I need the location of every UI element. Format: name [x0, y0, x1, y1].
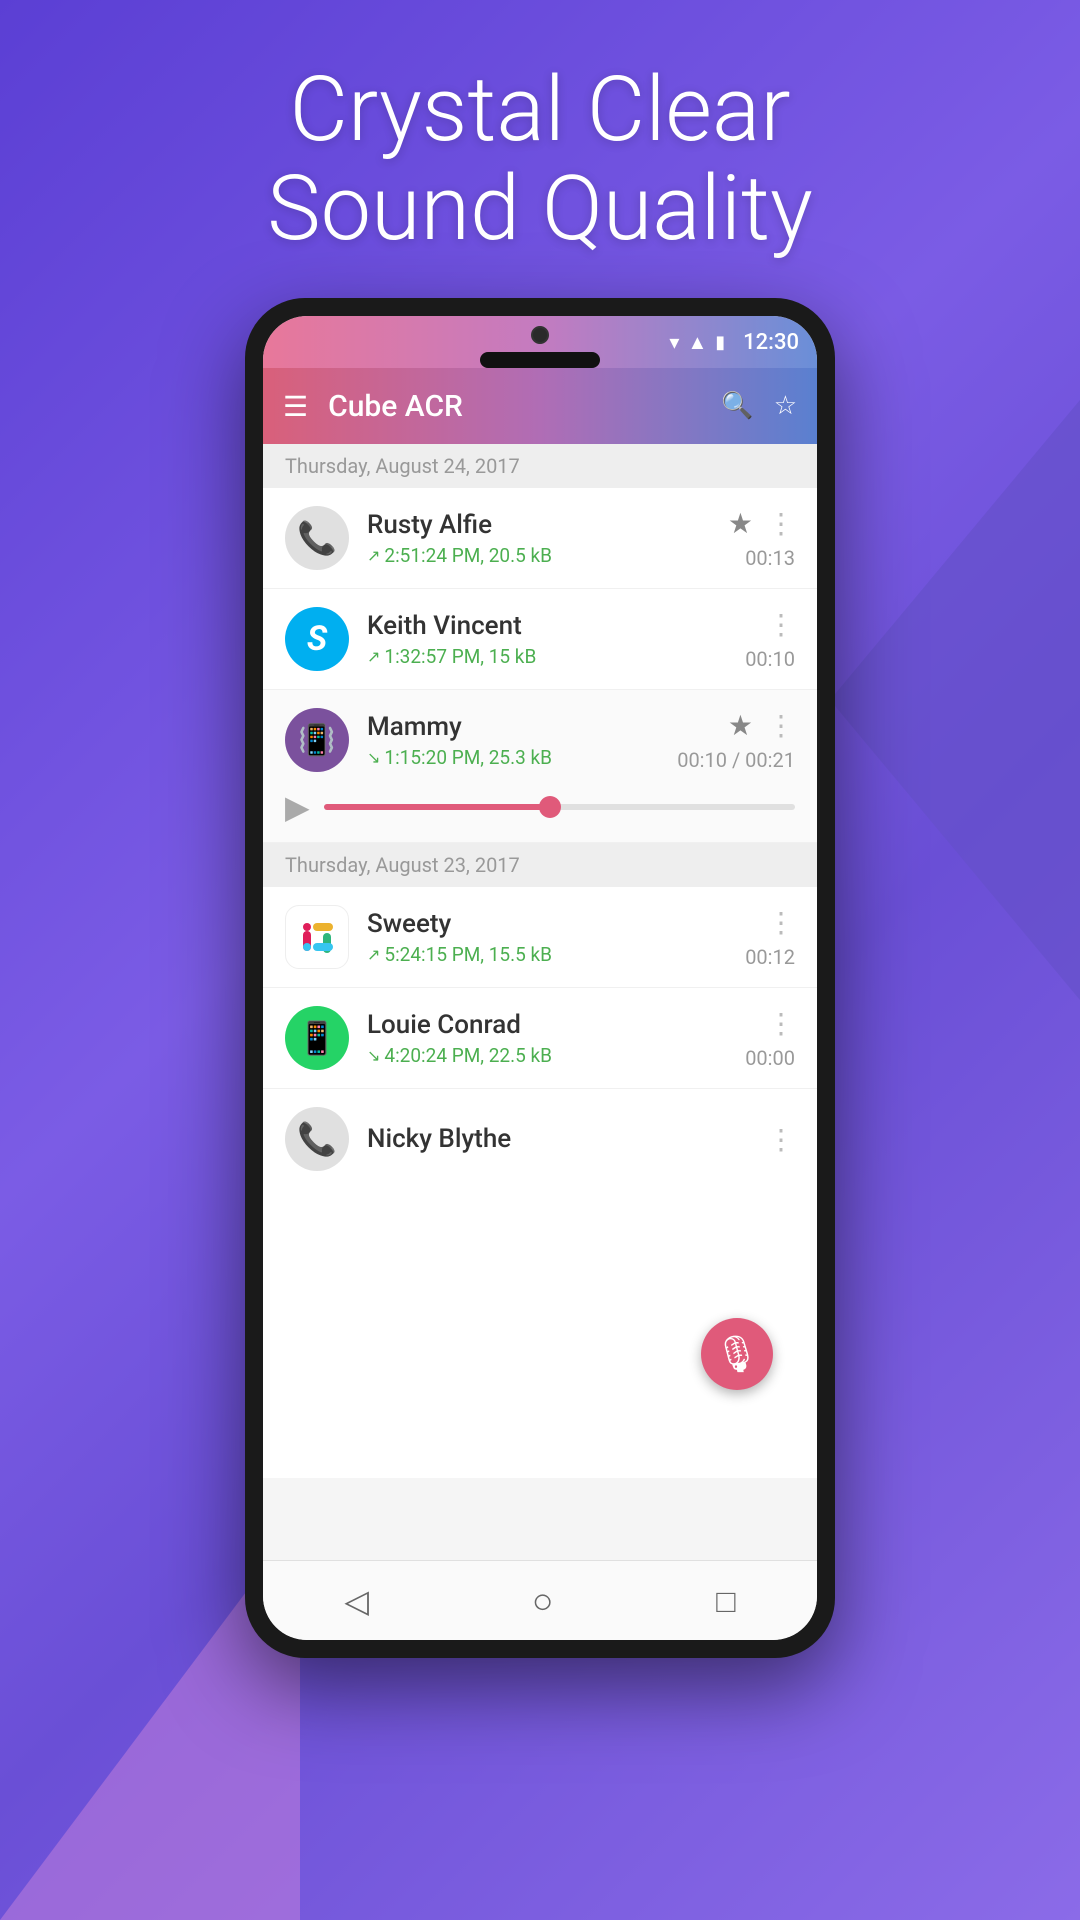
- recording-name-nicky-blythe: Nicky Blythe: [367, 1124, 767, 1154]
- hero-line1: Crystal Clear: [289, 57, 790, 162]
- recording-item-sweety[interactable]: Sweety ↗ 5:24:15 PM, 15.5 kB ⋮ 00:12: [263, 887, 817, 988]
- recording-info-mammy: Mammy ↘ 1:15:20 PM, 25.3 kB: [367, 712, 669, 769]
- recording-actions-louie-conrad: ⋮: [767, 1007, 795, 1040]
- recording-info-sweety: Sweety ↗ 5:24:15 PM, 15.5 kB: [367, 909, 737, 966]
- recording-right-louie-conrad: ⋮ 00:00: [737, 1007, 795, 1070]
- recording-info-keith-vincent: Keith Vincent ↗ 1:32:57 PM, 15 kB: [367, 611, 737, 668]
- recording-duration-mammy: 00:10 / 00:21: [677, 748, 795, 772]
- direction-icon-keith: ↗: [367, 647, 380, 666]
- more-button-louie-conrad[interactable]: ⋮: [767, 1007, 795, 1040]
- recording-meta-sweety: ↗ 5:24:15 PM, 15.5 kB: [367, 943, 737, 966]
- progress-thumb-mammy[interactable]: [539, 796, 561, 818]
- recording-meta-keith-vincent: ↗ 1:32:57 PM, 15 kB: [367, 645, 737, 668]
- recording-item-mammy[interactable]: 📳 Mammy ↘ 1:15:20 PM, 25.3 kB ★ ⋮: [263, 690, 817, 843]
- recording-actions-mammy: ★ ⋮: [728, 709, 795, 742]
- more-button-mammy[interactable]: ⋮: [767, 709, 795, 742]
- recording-name-rusty-alfie: Rusty Alfie: [367, 510, 728, 540]
- recording-item-nicky-blythe[interactable]: 📞 Nicky Blythe ⋮: [263, 1089, 817, 1189]
- recording-info-nicky-blythe: Nicky Blythe: [367, 1124, 767, 1154]
- recording-right-sweety: ⋮ 00:12: [737, 906, 795, 969]
- whatsapp-icon: 📱: [297, 1019, 337, 1057]
- avatar-sweety: [285, 905, 349, 969]
- app-bar-actions: 🔍 ☆: [721, 391, 797, 421]
- more-button-sweety[interactable]: ⋮: [767, 906, 795, 939]
- home-button[interactable]: ○: [532, 1580, 554, 1622]
- progress-bar-mammy[interactable]: [324, 804, 795, 810]
- recording-name-keith-vincent: Keith Vincent: [367, 611, 737, 641]
- recording-item-louie-conrad[interactable]: 📱 Louie Conrad ↘ 4:20:24 PM, 22.5 kB ⋮: [263, 988, 817, 1089]
- avatar-louie-conrad: 📱: [285, 1006, 349, 1070]
- play-button-mammy[interactable]: ▶: [285, 788, 310, 826]
- recording-actions-keith-vincent: ⋮: [767, 608, 795, 641]
- direction-icon-rusty-alfie: ↗: [367, 546, 380, 565]
- status-icons: ▾ ▲ ▮ 12:30: [669, 330, 799, 355]
- audio-player-mammy: ▶: [285, 778, 795, 830]
- phone-screen: ▾ ▲ ▮ 12:30 ☰ Cube ACR 🔍 ☆: [263, 316, 817, 1640]
- back-button[interactable]: ◁: [344, 1582, 369, 1620]
- wifi-icon: ▾: [669, 330, 679, 354]
- recording-duration-rusty-alfie: 00:13: [745, 546, 795, 570]
- avatar-keith-vincent: S: [285, 607, 349, 671]
- recording-name-louie-conrad: Louie Conrad: [367, 1010, 737, 1040]
- viber-icon: 📳: [298, 723, 335, 758]
- star-button-mammy[interactable]: ★: [728, 709, 753, 742]
- menu-button[interactable]: ☰: [283, 390, 308, 423]
- mic-icon: 🎙: [714, 1333, 760, 1375]
- avatar-rusty-alfie: 📞: [285, 506, 349, 570]
- recording-name-mammy: Mammy: [367, 712, 669, 742]
- status-time: 12:30: [743, 330, 799, 355]
- recording-name-sweety: Sweety: [367, 909, 737, 939]
- app-bar: ☰ Cube ACR 🔍 ☆: [263, 368, 817, 444]
- battery-icon: ▮: [715, 332, 725, 353]
- avatar-nicky-blythe: 📞: [285, 1107, 349, 1171]
- recording-actions-sweety: ⋮: [767, 906, 795, 939]
- avatar-mammy: 📳: [285, 708, 349, 772]
- skype-icon: S: [307, 619, 327, 659]
- phone-avatar-icon: 📞: [297, 519, 337, 557]
- hero-line2: Sound Quality: [267, 156, 813, 261]
- date-separator-1: Thursday, August 24, 2017: [263, 444, 817, 488]
- recording-info-rusty-alfie: Rusty Alfie ↗ 2:51:24 PM, 20.5 kB: [367, 510, 728, 567]
- recording-actions-nicky-blythe: ⋮: [767, 1123, 795, 1156]
- fab-record-button[interactable]: 🎙: [701, 1318, 773, 1390]
- recording-meta-rusty-alfie: ↗ 2:51:24 PM, 20.5 kB: [367, 544, 728, 567]
- more-button-rusty-alfie[interactable]: ⋮: [767, 507, 795, 540]
- date-separator-2: Thursday, August 23, 2017: [263, 843, 817, 887]
- phone-body: ▾ ▲ ▮ 12:30 ☰ Cube ACR 🔍 ☆: [245, 298, 835, 1658]
- phone-speaker: [480, 352, 600, 368]
- recording-right-keith-vincent: ⋮ 00:10: [737, 608, 795, 671]
- recording-item-rusty-alfie[interactable]: 📞 Rusty Alfie ↗ 2:51:24 PM, 20.5 kB ★ ⋮: [263, 488, 817, 589]
- recording-right-nicky-blythe: ⋮: [767, 1123, 795, 1156]
- star-button-rusty-alfie[interactable]: ★: [728, 507, 753, 540]
- phone-avatar-icon-nicky: 📞: [297, 1120, 337, 1158]
- direction-icon-louie: ↘: [367, 1046, 380, 1065]
- recording-duration-sweety: 00:12: [745, 945, 795, 969]
- app-title: Cube ACR: [328, 389, 721, 424]
- progress-fill-mammy: [324, 804, 550, 810]
- signal-icon: ▲: [687, 330, 707, 355]
- search-button[interactable]: 🔍: [721, 391, 753, 421]
- recording-info-louie-conrad: Louie Conrad ↘ 4:20:24 PM, 22.5 kB: [367, 1010, 737, 1067]
- recording-right-mammy: ★ ⋮ 00:10 / 00:21: [669, 709, 795, 772]
- more-button-keith-vincent[interactable]: ⋮: [767, 608, 795, 641]
- recording-meta-mammy: ↘ 1:15:20 PM, 25.3 kB: [367, 746, 669, 769]
- slack-logo-icon: [293, 913, 341, 961]
- recording-right-rusty-alfie: ★ ⋮ 00:13: [728, 507, 795, 570]
- recents-button[interactable]: □: [716, 1582, 735, 1620]
- direction-icon-mammy: ↘: [367, 748, 380, 767]
- recording-duration-louie-conrad: 00:00: [745, 1046, 795, 1070]
- recording-meta-louie-conrad: ↘ 4:20:24 PM, 22.5 kB: [367, 1044, 737, 1067]
- recording-duration-keith-vincent: 00:10: [745, 647, 795, 671]
- recording-actions-rusty-alfie: ★ ⋮: [728, 507, 795, 540]
- direction-icon-sweety: ↗: [367, 945, 380, 964]
- phone-top-bar: [480, 326, 600, 368]
- recording-item-keith-vincent[interactable]: S Keith Vincent ↗ 1:32:57 PM, 15 kB ⋮: [263, 589, 817, 690]
- phone-camera: [531, 326, 549, 344]
- more-button-nicky-blythe[interactable]: ⋮: [767, 1123, 795, 1156]
- hero-section: Crystal Clear Sound Quality: [0, 0, 1080, 298]
- star-filter-button[interactable]: ☆: [774, 391, 797, 421]
- navigation-bar: ◁ ○ □: [263, 1560, 817, 1640]
